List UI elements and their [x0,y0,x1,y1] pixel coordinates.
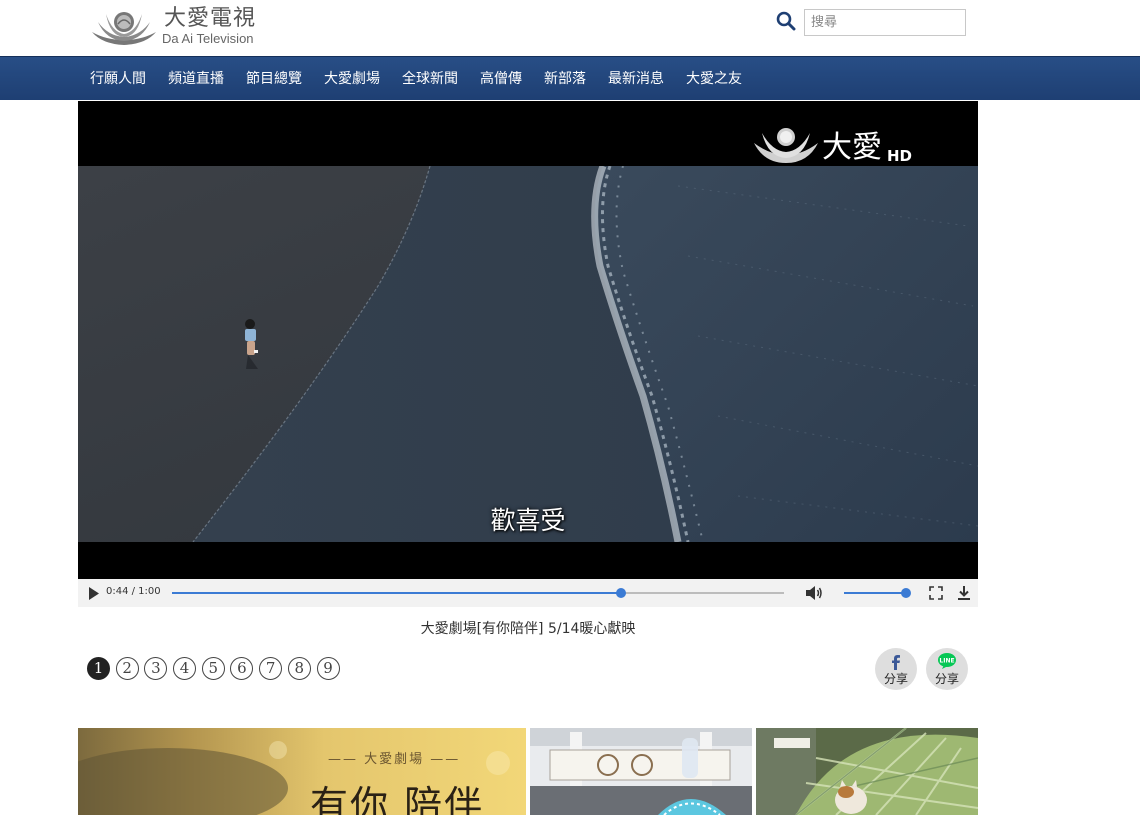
nav-item-programs[interactable]: 節目總覽 [246,57,302,101]
search-input[interactable] [804,9,966,36]
pager-dot-7[interactable]: 7 [259,657,283,680]
volume-handle[interactable] [901,588,911,598]
nav-item-friends[interactable]: 大愛之友 [686,57,742,101]
facebook-share-button[interactable]: 分享 [875,648,917,690]
progress-fill [172,592,621,594]
video-title: 大愛劇場[有你陪伴] 5/14暖心獻映 [420,621,636,637]
line-icon: LINE [938,653,956,669]
player-controls: 0:44 / 1:00 [78,579,978,607]
thumbnail-umbrella-cat[interactable] [756,728,978,815]
progress-bar[interactable] [172,588,784,598]
nav-item-latest-news[interactable]: 最新消息 [608,57,664,101]
pager-dot-8[interactable]: 8 [287,657,311,680]
building-image [530,728,752,815]
site-header: 大愛電視 Da Ai Television [0,0,1140,56]
logo-chinese-text: 大愛電視 [164,6,257,31]
svg-text:HD: HD [887,147,912,165]
nav-item-eminent-monks[interactable]: 高僧傳 [480,57,522,101]
nav-item-global-news[interactable]: 全球新聞 [402,57,458,101]
drama-banner-title: 有你 陪伴 [310,783,485,815]
pager-dot-2[interactable]: 2 [115,657,139,680]
video-frame-image[interactable] [78,166,978,542]
volume-icon[interactable] [805,585,823,601]
pager-dot-9[interactable]: 9 [316,657,340,680]
facebook-icon [892,655,900,670]
carousel-pager: 1 2 3 4 5 6 7 8 9 [87,657,345,680]
progress-handle[interactable] [615,588,626,598]
nav-list: 行願人間 頻道直播 節目總覽 大愛劇場 全球新聞 高僧傳 新部落 最新消息 大愛… [90,57,764,101]
main-nav: 行願人間 頻道直播 節目總覽 大愛劇場 全球新聞 高僧傳 新部落 最新消息 大愛… [0,56,1140,100]
play-icon[interactable] [88,587,100,600]
nav-item-drama[interactable]: 大愛劇場 [324,57,380,101]
channel-hd-logo-icon: 大愛 HD [754,128,912,165]
thumbnail-drama[interactable]: —— 大愛劇場 —— 有你 陪伴 [78,728,526,815]
pager-dot-6[interactable]: 6 [230,657,254,680]
pager-dot-3[interactable]: 3 [144,657,168,680]
pager-dot-1[interactable]: 1 [87,657,110,680]
volume-slider[interactable] [844,588,911,598]
nav-item-xingyuan[interactable]: 行願人間 [90,57,146,101]
video-player[interactable]: 大愛 HD 歡喜受 [78,101,978,579]
fullscreen-icon[interactable] [929,586,943,600]
volume-fill [844,592,906,594]
svg-text:LINE: LINE [939,658,954,665]
line-share-button[interactable]: LINE 分享 [926,648,968,690]
pager-dot-4[interactable]: 4 [173,657,197,680]
nav-item-new-tribe[interactable]: 新部落 [544,57,586,101]
svg-text:大愛: 大愛 [822,130,882,165]
lotus-logo-icon [92,12,156,45]
drama-banner-label: —— 大愛劇場 —— [328,752,461,767]
site-logo[interactable]: 大愛電視 Da Ai Television [88,4,278,48]
umbrella-cat-image [756,728,978,815]
line-share-label: 分享 [934,672,959,686]
time-display: 0:44 / 1:00 [106,586,161,597]
facebook-share-label: 分享 [883,672,908,686]
nav-item-live[interactable]: 頻道直播 [168,57,224,101]
pager-dot-5[interactable]: 5 [201,657,225,680]
search-icon[interactable] [776,11,796,31]
thumbnail-building[interactable] [530,728,752,815]
video-subtitle: 歡喜受 [490,506,566,535]
logo-english-text: Da Ai Television [162,31,254,46]
download-icon[interactable] [957,585,971,601]
